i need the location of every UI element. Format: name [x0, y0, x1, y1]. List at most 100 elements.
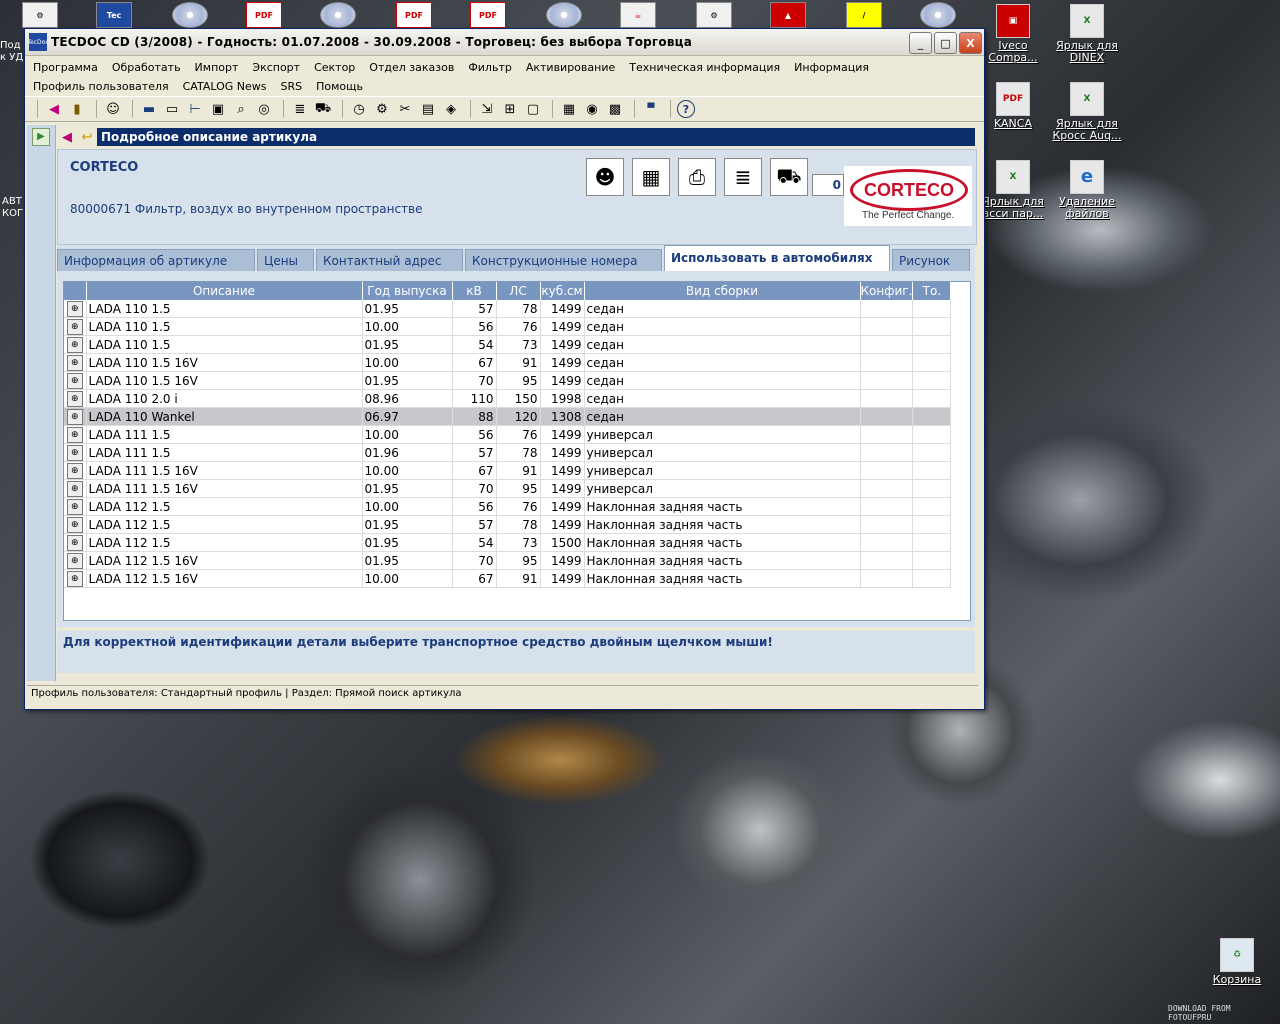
part-search-icon[interactable]: ▭ [162, 99, 182, 119]
menu-item-info[interactable]: Информация [794, 58, 869, 77]
desktop-icon-kanca[interactable]: PDF KANCA [976, 82, 1050, 130]
desktop-left-label[interactable]: АВТ КОГ [2, 196, 23, 220]
pdf-icon[interactable]: PDF [470, 2, 506, 28]
window-icon[interactable]: ▢ [523, 99, 543, 119]
shortcut-icon[interactable]: ⚙ [696, 2, 732, 28]
zoom-details-icon[interactable]: ⊕ [66, 570, 83, 587]
return-arrow-icon[interactable]: ↩ [77, 128, 97, 146]
zoom-details-icon[interactable]: ⊕ [66, 390, 83, 407]
list-view-button[interactable]: ≣ [724, 158, 762, 196]
column-header[interactable]: куб.см [540, 282, 585, 300]
tab-vehicle-usage[interactable]: Использовать в автомобилях [664, 245, 890, 271]
menu-item-export[interactable]: Экспорт [252, 58, 300, 77]
table-row[interactable]: ⊕ LADA 110 1.5 01.95 54 73 1499 седан [64, 335, 952, 354]
play-icon[interactable]: ▶ [32, 128, 50, 146]
tecdoc-icon[interactable]: Tec [96, 2, 132, 28]
menu-item-activation[interactable]: Активирование [526, 58, 615, 77]
diagram-icon[interactable]: ⊞ [500, 99, 520, 119]
link-icon[interactable]: ⇲ [477, 99, 497, 119]
menu-item-filter[interactable]: Фильтр [468, 58, 512, 77]
magnifier-icon[interactable]: ⌕ [231, 99, 251, 119]
column-header[interactable]: То. [912, 282, 952, 300]
zoom-details-icon[interactable]: ⊕ [66, 552, 83, 569]
book-icon[interactable]: ◈ [441, 99, 461, 119]
table-row[interactable]: ⊕ LADA 110 Wankel 06.97 88 120 1308 седан [64, 407, 952, 426]
zoom-details-icon[interactable]: ⊕ [66, 336, 83, 353]
zoom-details-icon[interactable]: ⊕ [66, 480, 83, 497]
table-row[interactable]: ⊕ LADA 110 2.0 i 08.96 110 150 1998 седан [64, 389, 952, 408]
table-row[interactable]: ⊕ LADA 110 1.5 10.00 56 76 1499 седан [64, 317, 952, 336]
zoom-details-icon[interactable]: ⊕ [66, 300, 83, 317]
desktop-icon-cross[interactable]: X Ярлык для Кросс Auq... [1050, 82, 1124, 142]
zoom-details-icon[interactable]: ⊕ [66, 462, 83, 479]
java-icon[interactable]: ☕ [620, 2, 656, 28]
zoom-details-icon[interactable]: ⊕ [66, 516, 83, 533]
find-icon[interactable]: ◎ [254, 99, 274, 119]
tab-construction-numbers[interactable]: Конструкционные номера [465, 249, 662, 271]
zoom-details-icon[interactable]: ⊕ [66, 498, 83, 515]
tab-prices[interactable]: Цены [257, 249, 314, 271]
menu-item-user-profile[interactable]: Профиль пользователя [33, 77, 169, 96]
column-header[interactable]: Описание [86, 282, 363, 300]
zoom-details-icon[interactable]: ⊕ [66, 534, 83, 551]
tab-article-info[interactable]: Информация об артикуле [57, 249, 255, 271]
zoom-details-icon[interactable]: ⊕ [66, 426, 83, 443]
pdf-icon[interactable]: PDF [396, 2, 432, 28]
menu-item-help[interactable]: Помощь [316, 77, 363, 96]
car-search-icon[interactable]: ▬ [139, 99, 159, 119]
column-header[interactable]: Вид сборки [584, 282, 861, 300]
truck-search-icon[interactable]: ▣ [208, 99, 228, 119]
image-icon[interactable]: ▤ [418, 99, 438, 119]
desktop-icon-delete-files[interactable]: e Удаление файлов [1050, 160, 1124, 220]
tools-icon[interactable]: ✂ [395, 99, 415, 119]
cd-icon[interactable] [320, 2, 356, 28]
print-button[interactable]: ⎙ [678, 158, 716, 196]
add-to-cart-button[interactable]: ⛟ [770, 158, 808, 196]
cd-icon[interactable] [172, 2, 208, 28]
desktop-icon-dinex[interactable]: X Ярлык для DINEX [1050, 4, 1124, 64]
column-header[interactable]: Год выпуска [362, 282, 453, 300]
zoom-details-icon[interactable]: ⊕ [66, 318, 83, 335]
shortcut-icon[interactable]: ▲ [770, 2, 806, 28]
desktop-icon-recycle-bin[interactable]: ♻ Корзина [1200, 938, 1274, 986]
desktop-icon-assi[interactable]: X Ярлык для асси пар... [976, 160, 1050, 220]
cd-icon[interactable] [920, 2, 956, 28]
pdf-icon[interactable]: PDF [246, 2, 282, 28]
title-bar[interactable]: TecDoc TECDOC CD (3/2008) - Годность: 01… [25, 29, 984, 56]
menu-item-sector[interactable]: Сектор [314, 58, 355, 77]
help-icon[interactable]: ? [677, 100, 695, 118]
table-row[interactable]: ⊕ LADA 112 1.5 10.00 56 76 1499 Наклонная задн… [64, 497, 952, 516]
parts-list-button[interactable]: ▦ [632, 158, 670, 196]
tab-picture[interactable]: Рисунок [892, 249, 970, 271]
menu-item-import[interactable]: Импорт [195, 58, 239, 77]
desktop-top-left-label[interactable]: Под к УД [0, 40, 23, 64]
menu-item-srs[interactable]: SRS [281, 77, 303, 96]
new-icon[interactable]: ▀ [641, 99, 661, 119]
zoom-details-icon[interactable]: ⊕ [66, 372, 83, 389]
clock-icon[interactable]: ◷ [349, 99, 369, 119]
table-row[interactable]: ⊕ LADA 112 1.5 16V 10.00 67 91 1499 Наклонная … [64, 569, 952, 588]
desktop-icon-iveco[interactable]: ▣ Iveco Compa... [976, 4, 1050, 64]
back-arrow-icon[interactable]: ◀ [44, 99, 64, 119]
menu-item-catalog-news[interactable]: CATALOG News [183, 77, 267, 96]
close-button[interactable]: X [959, 32, 982, 54]
column-header[interactable]: ЛС [496, 282, 541, 300]
menu-item-program[interactable]: Программа [33, 58, 98, 77]
table-row[interactable]: ⊕ LADA 111 1.5 16V 01.95 70 95 1499 универсал [64, 479, 952, 498]
contact-info-button[interactable]: ☻ [586, 158, 624, 196]
zoom-details-icon[interactable]: ⊕ [66, 354, 83, 371]
table-row[interactable]: ⊕ LADA 111 1.5 01.96 57 78 1499 универсал [64, 443, 952, 462]
cart-icon[interactable]: ⛟ [313, 99, 333, 119]
table-row[interactable]: ⊕ LADA 110 1.5 16V 01.95 70 95 1499 седан [64, 371, 952, 390]
menu-item-process[interactable]: Обработать [112, 58, 181, 77]
zoom-details-icon[interactable]: ⊕ [66, 408, 83, 425]
column-header[interactable]: кВ [452, 282, 497, 300]
minimize-button[interactable]: _ [909, 32, 932, 54]
tab-contact-address[interactable]: Контактный адрес [316, 249, 463, 271]
menu-item-orders[interactable]: Отдел заказов [369, 58, 454, 77]
table-row[interactable]: ⊕ LADA 111 1.5 10.00 56 76 1499 универсал [64, 425, 952, 444]
table-row[interactable]: ⊕ LADA 111 1.5 16V 10.00 67 91 1499 универсал [64, 461, 952, 480]
table-row[interactable]: ⊕ LADA 112 1.5 01.95 57 78 1499 Наклонная задн… [64, 515, 952, 534]
table-row[interactable]: ⊕ LADA 110 1.5 16V 10.00 67 91 1499 седан [64, 353, 952, 372]
cd-icon[interactable] [546, 2, 582, 28]
